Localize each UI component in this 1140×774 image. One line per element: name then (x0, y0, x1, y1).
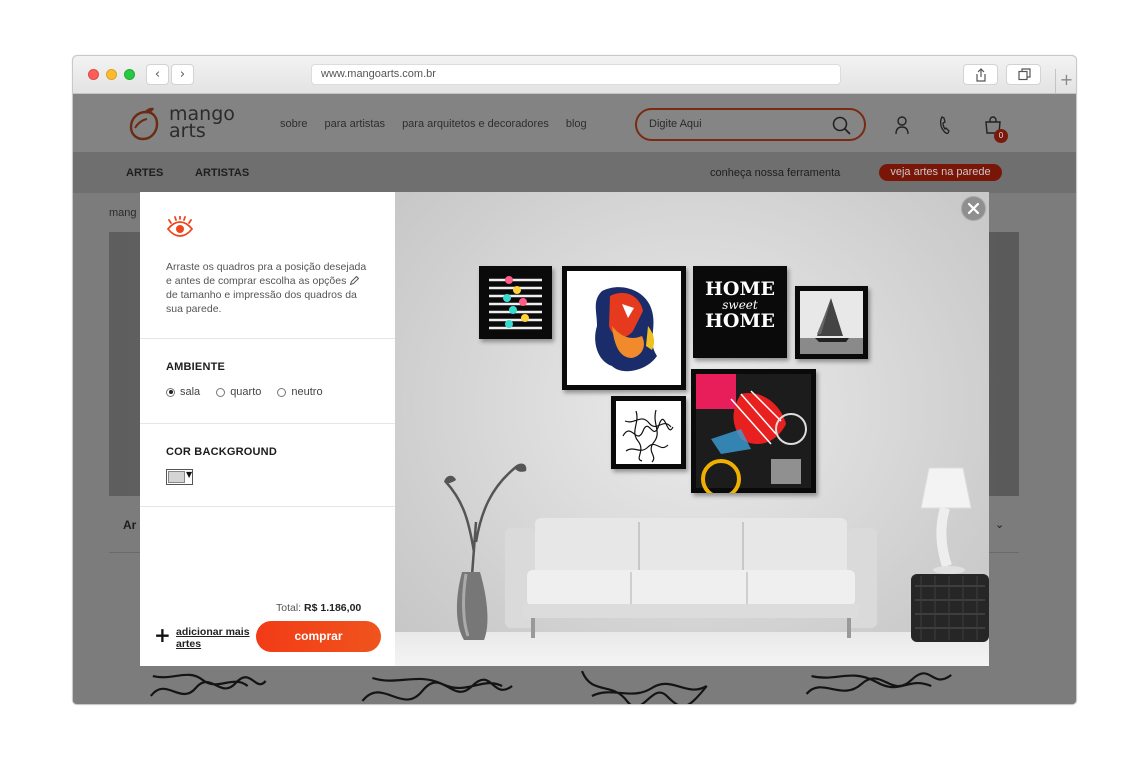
nav-arquitetos[interactable]: para arquitetos e decoradores (402, 118, 549, 130)
tabs-icon (1018, 68, 1031, 81)
lamp-side-table (911, 467, 989, 642)
art-frame-home-sweet-home[interactable]: HOME sweet HOME (693, 266, 787, 358)
sofa (505, 518, 877, 638)
stripes-artwork (489, 276, 542, 330)
color-swatch (168, 471, 185, 483)
radio-quarto[interactable]: quarto (216, 386, 261, 398)
mango-logo-icon (129, 107, 159, 141)
eye-icon (166, 216, 194, 237)
browser-window: ‹ › www.mangoarts.com.br + mango arts so… (72, 55, 1077, 705)
wall-preview-modal: Arraste os quadros pra a posição desejad… (140, 192, 989, 666)
subnav-artistas[interactable]: ARTISTAS (195, 167, 249, 179)
browser-toolbar: ‹ › www.mangoarts.com.br + (73, 56, 1076, 94)
portrait-artwork (567, 271, 681, 385)
close-window-button[interactable] (88, 69, 99, 80)
forward-button[interactable]: › (171, 64, 194, 85)
sailboat-artwork (800, 291, 863, 354)
divider (140, 423, 395, 424)
instructions-after: de tamanho e impressão dos quadros da su… (166, 289, 357, 315)
share-icon (976, 68, 986, 82)
main-nav: sobre para artistas para arquitetos e de… (280, 118, 587, 130)
maximize-window-button[interactable] (124, 69, 135, 80)
subnav-artes[interactable]: ARTES (126, 167, 163, 179)
sub-nav: ARTES ARTISTAS conheça nossa ferramenta … (73, 152, 1076, 193)
background-color-title: COR BACKGROUND (166, 446, 277, 458)
close-modal-button[interactable] (961, 196, 986, 221)
logo-text[interactable]: mango arts (169, 105, 235, 142)
caret-down-icon: ▼ (186, 470, 193, 479)
art-frame-scribble[interactable] (611, 396, 686, 469)
new-tab-button[interactable]: + (1055, 69, 1076, 93)
buy-button[interactable]: comprar (256, 621, 381, 652)
radio-sala-indicator[interactable] (166, 387, 175, 397)
art-frame-stripes[interactable] (479, 266, 552, 339)
frame-text-home-2: HOME (704, 310, 776, 332)
view-on-wall-button[interactable]: veja artes na parede (879, 164, 1002, 181)
search-box (635, 108, 866, 141)
radio-quarto-label: quarto (230, 386, 262, 398)
tool-link[interactable]: conheça nossa ferramenta (710, 167, 840, 179)
radio-sala[interactable]: sala (166, 386, 200, 398)
divider (140, 506, 395, 507)
background-color-picker[interactable]: ▼ (166, 469, 193, 485)
options-panel: Arraste os quadros pra a posição desejad… (140, 192, 395, 666)
radio-neutro[interactable]: neutro (277, 386, 323, 398)
cart-count-badge: 0 (994, 129, 1008, 143)
divider (140, 338, 395, 339)
art-frame-portrait[interactable] (562, 266, 686, 390)
user-icon[interactable] (894, 115, 910, 135)
nav-blog[interactable]: blog (566, 118, 587, 130)
instructions-text: Arraste os quadros pra a posição desejad… (166, 260, 374, 316)
logo-line-2: arts (169, 120, 206, 142)
back-button[interactable]: ‹ (146, 64, 169, 85)
art-frame-sailboat[interactable] (795, 286, 868, 359)
art-frame-abstract[interactable] (691, 369, 816, 499)
search-icon[interactable] (832, 116, 852, 136)
website-background: mango arts sobre para artistas para arqu… (73, 94, 1076, 704)
breadcrumb[interactable]: mang (109, 207, 137, 219)
room-preview: HOME sweet HOME (395, 192, 989, 666)
radio-quarto-indicator[interactable] (216, 387, 226, 397)
art-thumbnails (149, 670, 952, 704)
instructions-before: Arraste os quadros pra a posição desejad… (166, 261, 367, 287)
pencil-icon (349, 275, 360, 286)
radio-sala-label: sala (180, 386, 201, 398)
total-price: Total: R$ 1.186,00 (276, 602, 361, 614)
site-header: mango arts sobre para artistas para arqu… (73, 94, 1076, 152)
scribble-artwork (616, 401, 681, 464)
search-input[interactable] (649, 118, 819, 130)
plus-icon: + (154, 623, 171, 647)
add-more-label: adicionar mais artes (176, 626, 250, 650)
address-bar[interactable]: www.mangoarts.com.br (311, 64, 841, 85)
ambiente-options: sala quarto neutro (166, 386, 323, 398)
ambiente-title: AMBIENTE (166, 361, 226, 373)
minimize-window-button[interactable] (106, 69, 117, 80)
art-caption: Ar (123, 518, 137, 532)
total-label: Total: (276, 602, 302, 614)
phone-icon[interactable] (939, 115, 951, 135)
nav-sobre[interactable]: sobre (280, 118, 308, 130)
radio-neutro-indicator[interactable] (277, 387, 287, 397)
close-icon (967, 202, 980, 215)
abstract-artwork (696, 374, 811, 499)
total-value: R$ 1.186,00 (304, 602, 362, 614)
radio-neutro-label: neutro (291, 386, 323, 398)
share-button[interactable] (963, 64, 998, 85)
nav-para-artistas[interactable]: para artistas (325, 118, 386, 130)
tabs-overview-button[interactable] (1006, 64, 1041, 85)
frame-text-home: HOME (704, 278, 776, 300)
chevron-down-icon[interactable]: ⌄ (995, 518, 1004, 531)
